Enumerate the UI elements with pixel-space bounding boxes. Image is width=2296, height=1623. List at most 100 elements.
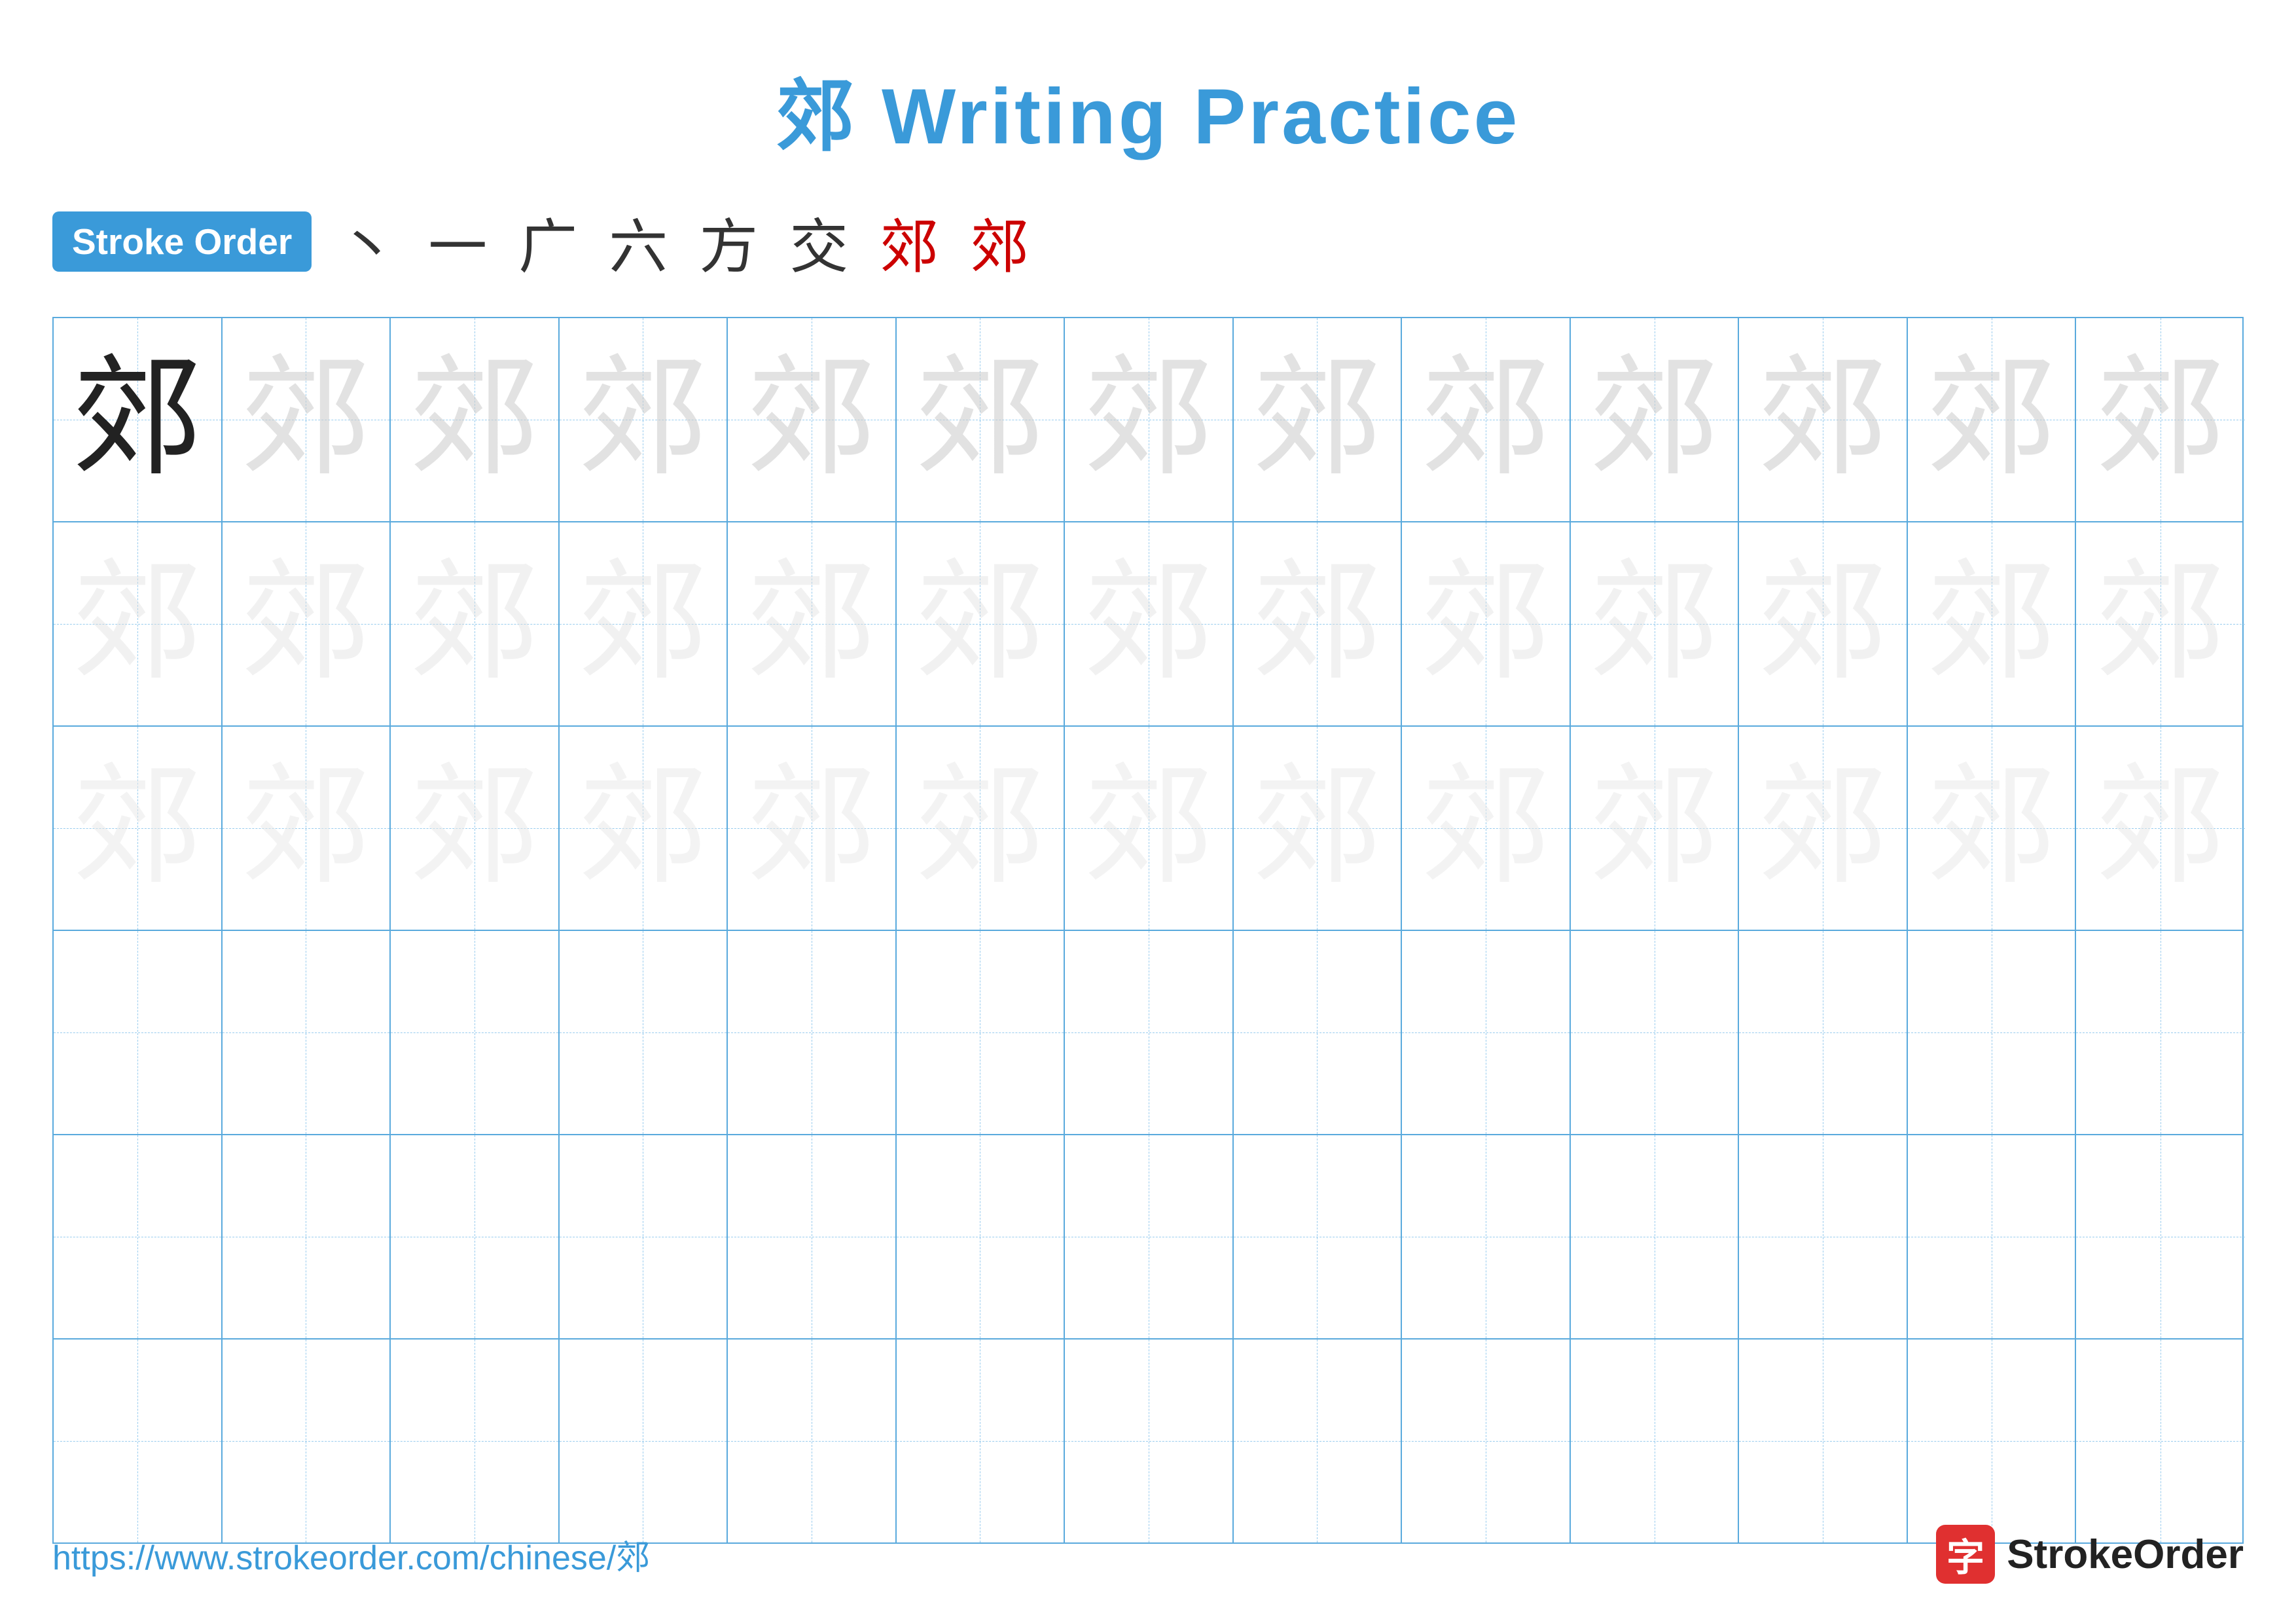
practice-char: 郊: [1251, 558, 1382, 689]
logo-icon: 字: [1936, 1525, 1995, 1584]
grid-row-1: 郊 郊 郊 郊 郊 郊 郊 郊 郊 郊 郊 郊 郊: [54, 318, 2242, 522]
grid-cell: 郊: [728, 522, 897, 725]
practice-char: 郊: [1926, 354, 2057, 485]
grid-cell-empty: [1739, 931, 1908, 1134]
grid-row-3: 郊 郊 郊 郊 郊 郊 郊 郊 郊 郊 郊 郊 郊: [54, 727, 2242, 931]
stroke-order-badge: Stroke Order: [52, 211, 312, 272]
grid-cell-empty: [560, 1340, 728, 1542]
stroke-order-row: Stroke Order 丶 一 广 六 方 交 郊 郊: [0, 166, 2296, 304]
grid-cell: 郊: [223, 318, 391, 521]
grid-cell: 郊: [897, 318, 1066, 521]
grid-cell: 郊: [1234, 727, 1403, 930]
grid-cell: 郊: [1065, 522, 1234, 725]
grid-cell: 郊: [1908, 318, 2077, 521]
practice-char: 郊: [914, 763, 1045, 894]
grid-cell-empty: [2076, 1135, 2245, 1338]
page-title: 郊 Writing Practice: [0, 0, 2296, 166]
grid-cell-empty: [1908, 1340, 2077, 1542]
stroke-8: 郊: [970, 199, 1029, 284]
grid-cell: 郊: [1402, 318, 1571, 521]
footer-url[interactable]: https://www.strokeorder.com/chinese/郊: [52, 1530, 650, 1579]
grid-cell-empty: [223, 1340, 391, 1542]
practice-char: 郊: [577, 558, 708, 689]
grid-row-4: [54, 931, 2242, 1135]
grid-cell: 郊: [1234, 318, 1403, 521]
stroke-5: 方: [699, 199, 758, 284]
grid-cell: 郊: [54, 727, 223, 930]
practice-char: 郊: [1589, 354, 1720, 485]
grid-cell-empty: [1402, 1340, 1571, 1542]
practice-char: 郊: [1083, 763, 1214, 894]
grid-row-5: [54, 1135, 2242, 1340]
grid-cell: 郊: [1571, 727, 1740, 930]
stroke-4: 六: [609, 199, 668, 284]
grid-cell-empty: [1234, 1340, 1403, 1542]
grid-cell-empty: [897, 1135, 1066, 1338]
grid-cell: 郊: [1908, 727, 2077, 930]
stroke-7: 郊: [880, 199, 939, 284]
grid-cell-empty: [2076, 931, 2245, 1134]
grid-cell: 郊: [1065, 318, 1234, 521]
grid-cell: 郊: [1234, 522, 1403, 725]
grid-cell: 郊: [897, 522, 1066, 725]
stroke-1: 丶: [338, 199, 397, 284]
grid-row-2: 郊 郊 郊 郊 郊 郊 郊 郊 郊 郊 郊 郊 郊: [54, 522, 2242, 727]
grid-cell: 郊: [1402, 522, 1571, 725]
practice-char: 郊: [409, 354, 540, 485]
grid-cell-empty: [728, 931, 897, 1134]
grid-cell: 郊: [728, 727, 897, 930]
grid-cell: 郊: [2076, 727, 2245, 930]
practice-char: 郊: [746, 763, 877, 894]
practice-char: 郊: [746, 558, 877, 689]
grid-row-6: [54, 1340, 2242, 1542]
grid-cell-empty: [1065, 1340, 1234, 1542]
logo-text: StrokeOrder: [2007, 1531, 2244, 1578]
practice-char: 郊: [240, 763, 371, 894]
practice-char: 郊: [72, 763, 203, 894]
grid-cell: 郊: [560, 727, 728, 930]
grid-cell-empty: [54, 931, 223, 1134]
grid-cell: 郊: [560, 318, 728, 521]
grid-cell: 郊: [728, 318, 897, 521]
practice-char: 郊: [1926, 558, 2057, 689]
grid-cell-empty: [1739, 1340, 1908, 1542]
grid-cell-empty: [728, 1340, 897, 1542]
grid-cell: 郊: [223, 727, 391, 930]
practice-char: 郊: [746, 354, 877, 485]
practice-char: 郊: [1757, 558, 1888, 689]
grid-cell-empty: [897, 1340, 1066, 1542]
stroke-3: 广: [518, 199, 577, 284]
practice-char: 郊: [577, 763, 708, 894]
grid-cell: 郊: [391, 727, 560, 930]
grid-cell: 郊: [1739, 522, 1908, 725]
footer-logo: 字 StrokeOrder: [1936, 1525, 2244, 1584]
grid-cell: 郊: [54, 318, 223, 521]
grid-cell-empty: [1402, 931, 1571, 1134]
grid-cell-empty: [1571, 931, 1740, 1134]
grid-cell-empty: [1402, 1135, 1571, 1338]
practice-grid: 郊 郊 郊 郊 郊 郊 郊 郊 郊 郊 郊 郊 郊 郊 郊 郊 郊 郊 郊 郊 …: [52, 317, 2244, 1544]
grid-cell-empty: [54, 1340, 223, 1542]
practice-char: 郊: [914, 558, 1045, 689]
footer: https://www.strokeorder.com/chinese/郊 字 …: [52, 1525, 2244, 1584]
grid-cell: 郊: [897, 727, 1066, 930]
grid-cell: 郊: [1908, 522, 2077, 725]
grid-cell-empty: [1065, 1135, 1234, 1338]
grid-cell-empty: [1908, 1135, 2077, 1338]
practice-char: 郊: [1420, 354, 1551, 485]
grid-cell-empty: [1908, 931, 2077, 1134]
grid-cell-empty: [223, 1135, 391, 1338]
practice-char: 郊: [409, 558, 540, 689]
practice-char: 郊: [914, 354, 1045, 485]
practice-char: 郊: [1083, 354, 1214, 485]
grid-cell-empty: [1571, 1340, 1740, 1542]
practice-char: 郊: [1926, 763, 2057, 894]
grid-cell: 郊: [1571, 522, 1740, 725]
grid-cell: 郊: [54, 522, 223, 725]
grid-cell: 郊: [2076, 318, 2245, 521]
practice-char: 郊: [2095, 354, 2226, 485]
grid-cell-empty: [728, 1135, 897, 1338]
grid-cell: 郊: [391, 318, 560, 521]
practice-char: 郊: [1757, 354, 1888, 485]
grid-cell: 郊: [1065, 727, 1234, 930]
